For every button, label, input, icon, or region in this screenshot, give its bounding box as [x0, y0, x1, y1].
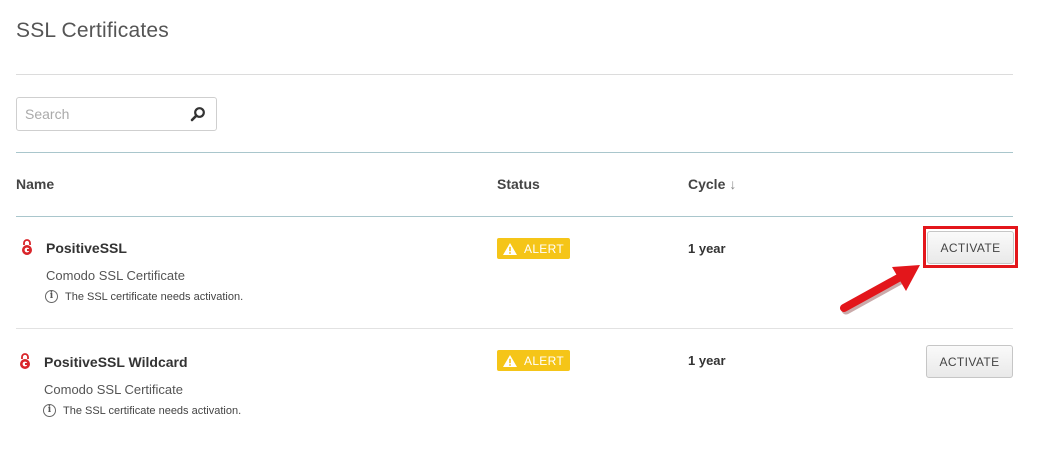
info-icon: i — [45, 290, 58, 303]
search-input[interactable] — [17, 98, 187, 130]
annotation-highlight-box — [923, 226, 1018, 268]
ssl-lock-icon — [20, 353, 30, 369]
product-name[interactable]: PositiveSSL — [46, 240, 127, 256]
search-box[interactable] — [16, 97, 217, 131]
annotation-arrow — [840, 265, 920, 315]
product-name[interactable]: PositiveSSL Wildcard — [44, 354, 188, 370]
page-title: SSL Certificates — [16, 19, 169, 42]
info-text: The SSL certificate needs activation. — [65, 290, 244, 303]
sort-down-icon: ↓ — [729, 176, 737, 192]
header-cycle-label: Cycle — [688, 176, 726, 192]
table-top-line — [16, 152, 1013, 153]
warning-icon — [503, 242, 518, 255]
status-label: ALERT — [524, 241, 564, 256]
product-subtitle: Comodo SSL Certificate — [46, 268, 185, 283]
search-icon[interactable] — [190, 106, 206, 122]
info-line: i The SSL certificate needs activation. — [45, 290, 243, 303]
cycle-value: 1 year — [688, 241, 726, 256]
header-status[interactable]: Status — [497, 176, 540, 192]
info-text: The SSL certificate needs activation. — [63, 404, 242, 417]
cycle-value: 1 year — [688, 353, 726, 368]
header-name[interactable]: Name — [16, 176, 54, 192]
activate-button[interactable]: ACTIVATE — [926, 345, 1013, 378]
info-line: i The SSL certificate needs activation. — [43, 404, 241, 417]
status-label: ALERT — [524, 353, 564, 368]
status-badge: ALERT — [497, 238, 570, 259]
warning-icon — [503, 354, 518, 367]
header-cycle[interactable]: Cycle ↓ — [688, 176, 736, 192]
title-divider — [16, 74, 1013, 75]
product-subtitle: Comodo SSL Certificate — [44, 382, 183, 397]
row-divider — [16, 328, 1013, 329]
header-line — [16, 216, 1013, 217]
ssl-lock-icon — [22, 239, 32, 255]
info-icon: i — [43, 404, 56, 417]
status-badge: ALERT — [497, 350, 570, 371]
